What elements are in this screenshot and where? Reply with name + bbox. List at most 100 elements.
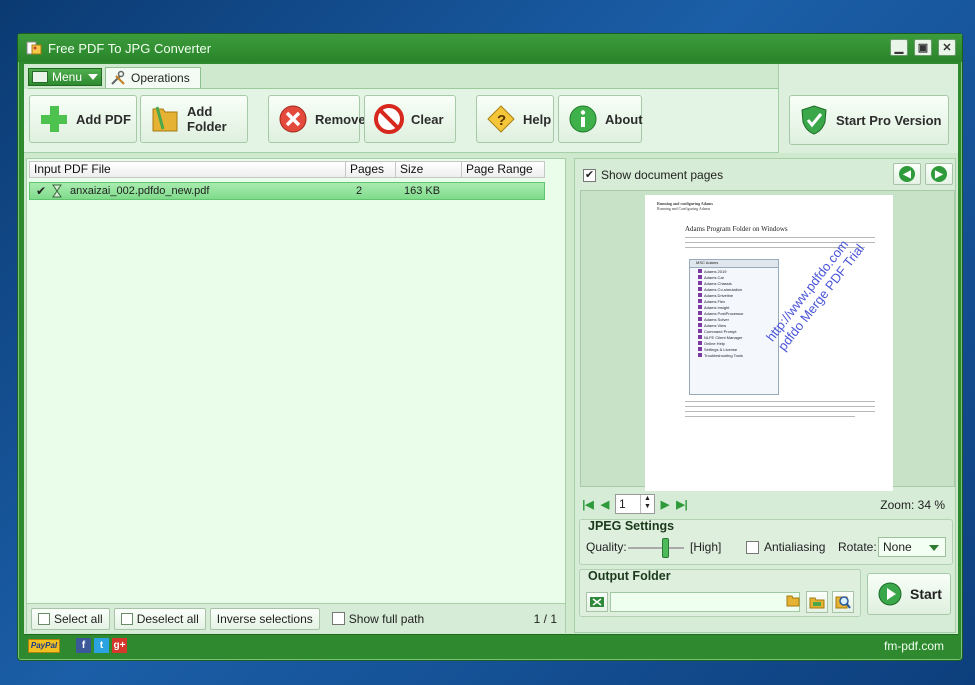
page-indicator: 1 / 1 <box>533 612 557 626</box>
info-icon <box>569 105 597 133</box>
add-pdf-button[interactable]: Add PDF <box>29 95 137 143</box>
status-bar: PayPal f t g+ fm-pdf.com <box>24 634 958 656</box>
website-link[interactable]: fm-pdf.com <box>884 639 944 653</box>
quality-label: Quality: <box>586 540 627 554</box>
add-pdf-label: Add PDF <box>76 111 131 127</box>
page-screenshot: MSC Adams Adams 2019 Adams Car Adams Chass… <box>689 259 779 395</box>
window-title: Free PDF To JPG Converter <box>48 40 212 56</box>
browse-folder-button[interactable] <box>806 591 828 613</box>
deselect-all-icon <box>120 612 133 625</box>
inverse-selection-label: Inverse selections <box>216 611 313 626</box>
toolbar: Add PDF Add Folder Remove Clear ? Help A… <box>24 89 778 153</box>
svg-text:?: ? <box>497 112 506 129</box>
hourglass-icon <box>52 184 62 198</box>
file-list-panel: Input PDF File Pages Size Page Range ✔ a… <box>26 158 566 633</box>
start-pro-label: Start Pro Version <box>836 112 942 128</box>
show-full-path-label: Show full path <box>348 611 425 626</box>
menu-dropdown[interactable]: Menu <box>28 68 102 86</box>
page-number-stepper[interactable]: 1 ▲ ▼ <box>615 494 655 514</box>
inverse-selection-button[interactable]: Inverse selections <box>209 607 320 630</box>
start-button[interactable]: Start <box>867 573 951 615</box>
select-all-button[interactable]: Select all <box>31 607 110 630</box>
add-folder-button[interactable]: Add Folder <box>140 95 248 143</box>
rotate-select[interactable]: None <box>878 537 946 557</box>
clear-label: Clear <box>411 111 444 127</box>
previous-document-button[interactable]: ◀ <box>893 163 921 185</box>
quality-value: [High] <box>690 540 722 554</box>
column-header-pages[interactable]: Pages <box>346 162 396 177</box>
folder-icon <box>152 106 178 132</box>
output-folder-group: Output Folder <box>579 569 861 617</box>
chevron-down-icon <box>929 545 939 551</box>
output-options-button[interactable] <box>586 592 608 612</box>
help-icon: ? <box>487 105 515 133</box>
panel-splitter[interactable] <box>569 158 573 633</box>
play-icon <box>878 582 902 606</box>
help-button[interactable]: ? Help <box>476 95 554 143</box>
antialiasing-checkbox[interactable] <box>746 541 759 554</box>
row-checkbox[interactable]: ✔ <box>34 184 48 198</box>
start-pro-button[interactable]: Start Pro Version <box>789 95 949 145</box>
jpeg-settings-group: JPEG Settings Quality: [High] Antialiasi… <box>579 519 953 565</box>
show-full-path-checkbox[interactable] <box>331 612 345 625</box>
deselect-all-label: Deselect all <box>136 611 199 626</box>
open-output-button[interactable] <box>832 591 854 613</box>
remove-button[interactable]: Remove <box>268 95 366 143</box>
twitter-icon[interactable]: t <box>94 638 109 653</box>
plus-icon <box>41 106 67 132</box>
rotate-value: None <box>883 540 912 554</box>
google-plus-icon[interactable]: g+ <box>112 638 127 653</box>
column-header-size[interactable]: Size <box>396 162 462 177</box>
next-page-icon[interactable]: ▶ <box>658 498 672 511</box>
output-folder-input[interactable] <box>610 592 800 612</box>
page-preview[interactable]: Running and configuring Adams Running an… <box>580 190 955 491</box>
maximize-icon: ▣ <box>917 42 929 54</box>
menu-label: Menu <box>52 70 83 84</box>
quality-slider-thumb[interactable] <box>661 538 669 558</box>
maximize-button[interactable]: ▣ <box>914 39 932 56</box>
arrow-left-icon: ◀ <box>899 166 915 182</box>
jpeg-settings-title: JPEG Settings <box>588 519 675 533</box>
page-number: 1 <box>619 497 626 511</box>
tab-operations[interactable]: Operations <box>105 67 201 88</box>
about-label: About <box>605 111 643 127</box>
paypal-icon[interactable]: PayPal <box>28 638 60 653</box>
clear-button[interactable]: Clear <box>364 95 456 143</box>
close-button[interactable]: ✕ <box>938 39 956 56</box>
column-header-range[interactable]: Page Range <box>462 162 544 177</box>
remove-label: Remove <box>315 111 366 127</box>
page-header: Running and configuring Adams Running an… <box>657 201 713 211</box>
preview-panel: ✔ Show document pages ◀ ▶ Running and co… <box>574 158 956 633</box>
page-title: Adams Program Folder on Windows <box>685 225 788 233</box>
row-pages: 2 <box>356 185 363 197</box>
minimize-icon: ▁ <box>894 42 904 54</box>
deselect-all-button[interactable]: Deselect all <box>113 607 206 630</box>
show-pages-label: Show document pages <box>601 168 724 182</box>
antialiasing-label: Antialiasing <box>764 540 826 554</box>
list-footer: Select all Deselect all Inverse selectio… <box>27 603 565 633</box>
about-button[interactable]: About <box>558 95 643 143</box>
next-document-button[interactable]: ▶ <box>925 163 953 185</box>
quality-slider-track[interactable] <box>628 547 684 549</box>
title-bar: Free PDF To JPG Converter ▁ ▣ ✕ <box>18 34 962 62</box>
row-size: 163 KB <box>404 185 441 197</box>
pro-panel: Start Pro Version <box>778 64 958 153</box>
minimize-button[interactable]: ▁ <box>890 39 908 56</box>
file-list[interactable]: Input PDF File Pages Size Page Range ✔ a… <box>27 159 565 601</box>
last-page-icon[interactable]: ▶| <box>675 498 689 511</box>
facebook-icon[interactable]: f <box>76 638 91 653</box>
column-header-file[interactable]: Input PDF File <box>30 162 346 177</box>
folder-icon[interactable] <box>786 594 800 610</box>
show-pages-checkbox[interactable]: ✔ <box>583 168 596 182</box>
open-folder-icon <box>809 597 825 609</box>
preview-page: Running and configuring Adams Running an… <box>645 195 893 491</box>
help-label: Help <box>523 111 552 127</box>
table-row[interactable]: ✔ anxaizai_002.pdfdo_new.pdf 2 163 KB <box>29 182 545 200</box>
stepper-arrows-icon[interactable]: ▲ ▼ <box>640 495 654 513</box>
tools-icon <box>111 70 125 85</box>
add-folder-label: Add Folder <box>187 104 227 134</box>
row-file-name: anxaizai_002.pdfdo_new.pdf <box>70 185 210 197</box>
previous-page-icon[interactable]: ◀ <box>598 498 612 511</box>
first-page-icon[interactable]: |◀ <box>581 498 595 511</box>
export-icon <box>590 597 604 607</box>
